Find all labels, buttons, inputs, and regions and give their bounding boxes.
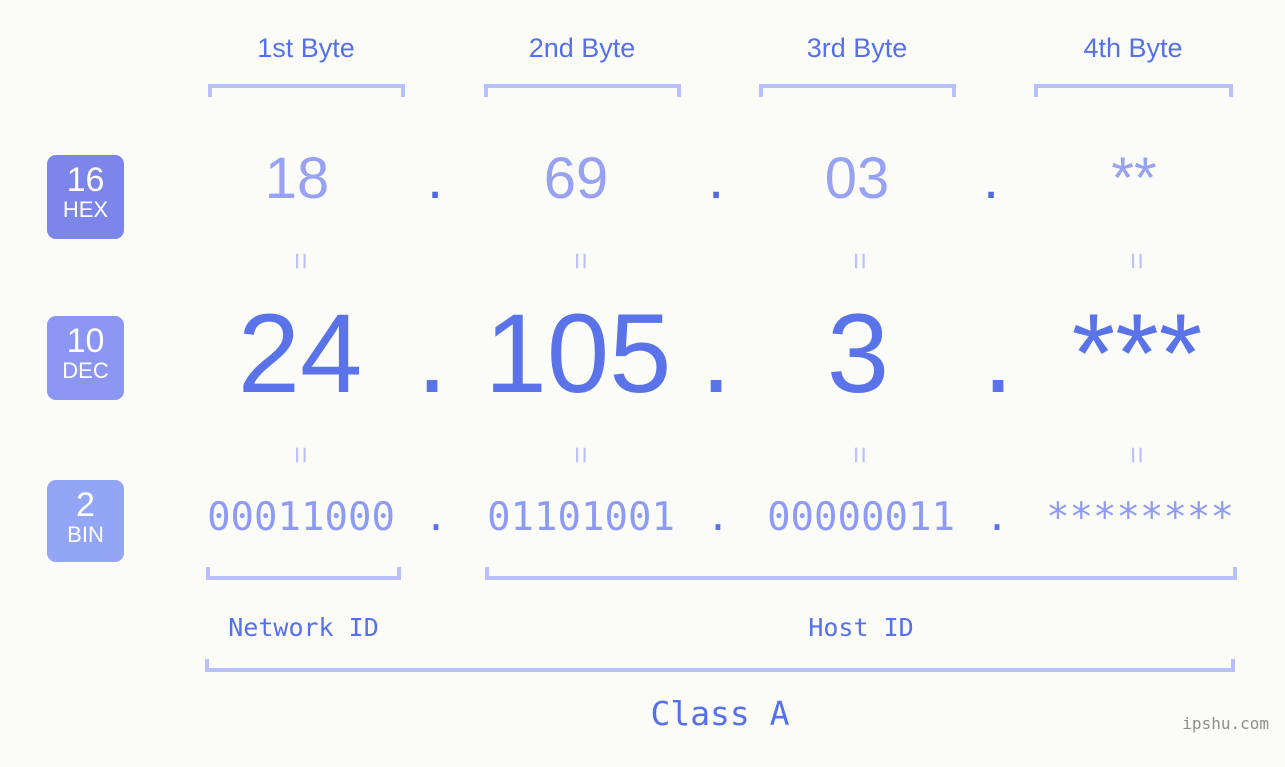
host-id-label: Host ID	[808, 613, 914, 642]
base-badge-dec-abbr: DEC	[62, 358, 109, 383]
watermark: ipshu.com	[1182, 714, 1269, 733]
class-bracket	[205, 659, 1235, 672]
equals-hex-dec-1: =	[284, 252, 317, 270]
class-label: Class A	[650, 694, 790, 733]
byte-bracket-4	[1034, 84, 1233, 97]
host-id-bracket	[485, 567, 1237, 580]
dec-byte-3: 3	[826, 291, 890, 416]
dec-byte-1: 24	[237, 291, 363, 416]
equals-dec-bin-1: =	[284, 446, 317, 464]
dec-byte-4: ***	[1071, 291, 1203, 416]
equals-hex-dec-4: =	[1120, 252, 1153, 270]
base-badge-hex-number: 16	[66, 161, 105, 199]
hex-byte-3: 03	[824, 146, 890, 211]
bin-byte-1: 00011000	[207, 495, 395, 540]
base-badge-bin: 2 BIN	[47, 480, 124, 562]
base-badge-hex-abbr: HEX	[62, 197, 109, 222]
bin-byte-2: 01101001	[487, 495, 675, 540]
byte-header-2: 2nd Byte	[528, 33, 636, 63]
hex-byte-4: **	[1111, 146, 1157, 211]
bin-byte-4: ********	[1046, 495, 1234, 540]
hex-byte-1: 18	[264, 146, 330, 211]
equals-dec-bin-4: =	[1120, 446, 1153, 464]
byte-header-1: 1st Byte	[257, 33, 355, 63]
equals-hex-dec-3: =	[843, 252, 876, 270]
base-badge-dec-number: 10	[66, 322, 105, 360]
equals-dec-bin-2: =	[564, 446, 597, 464]
byte-bracket-3	[759, 84, 956, 97]
equals-dec-bin-3: =	[843, 446, 876, 464]
hex-byte-2: 69	[543, 146, 609, 211]
ip-address-breakdown-diagram: 1st Byte 2nd Byte 3rd Byte 4th Byte 16 H…	[0, 0, 1285, 767]
equals-hex-dec-2: =	[564, 252, 597, 270]
bin-byte-3: 00000011	[767, 495, 955, 540]
byte-bracket-1	[208, 84, 405, 97]
base-badge-bin-abbr: BIN	[67, 522, 104, 547]
byte-bracket-2	[484, 84, 681, 97]
base-badge-bin-number: 2	[76, 486, 95, 524]
network-id-label: Network ID	[228, 613, 379, 642]
dec-byte-2: 105	[484, 291, 672, 416]
byte-header-4: 4th Byte	[1083, 33, 1183, 63]
byte-header-3: 3rd Byte	[806, 33, 908, 63]
base-badge-dec: 10 DEC	[47, 316, 124, 400]
network-id-bracket	[206, 567, 401, 580]
dec-separator-1: .	[416, 291, 448, 416]
base-badge-hex: 16 HEX	[47, 155, 124, 239]
